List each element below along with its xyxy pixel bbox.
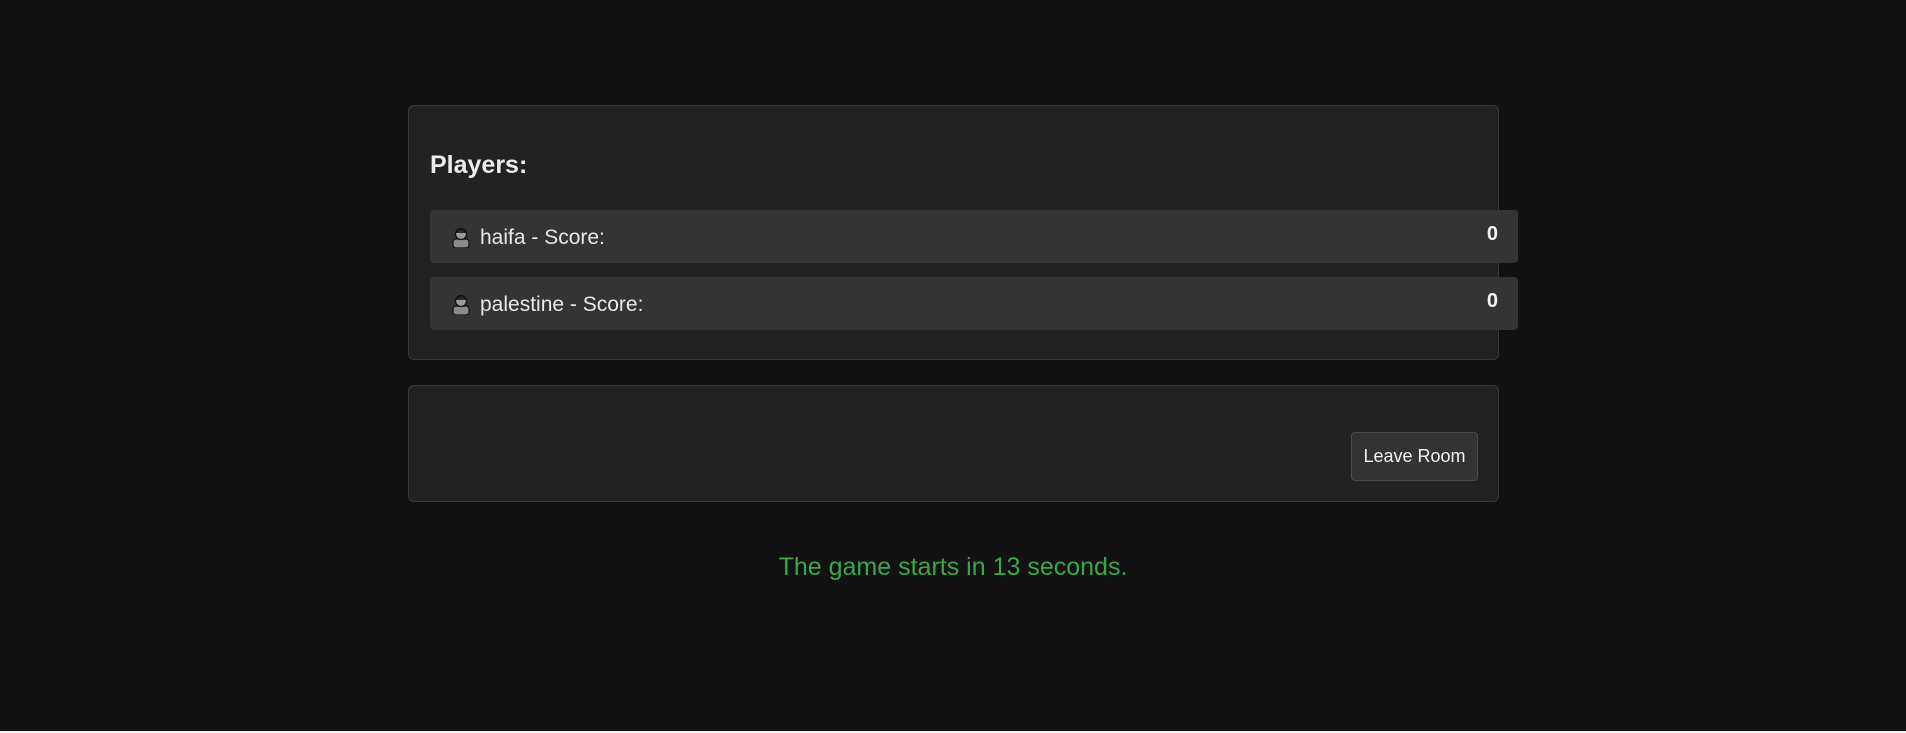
player-name-label: haifa - Score:	[480, 226, 605, 249]
players-heading: Players:	[430, 151, 528, 179]
player-list: haifa - Score: 0 palestine - Score: 0	[430, 210, 1518, 344]
user-avatar-icon	[451, 293, 471, 316]
player-score: 0	[1486, 290, 1498, 312]
player-row: palestine - Score: 0	[430, 277, 1518, 330]
countdown-status: The game starts in 13 seconds.	[778, 553, 1128, 581]
player-name-label: palestine - Score:	[480, 293, 644, 316]
player-row: haifa - Score: 0	[430, 210, 1518, 263]
actions-panel: Leave Room	[408, 385, 1499, 502]
leave-room-button[interactable]: Leave Room	[1351, 432, 1478, 481]
player-score: 0	[1486, 223, 1498, 245]
user-avatar-icon	[451, 226, 471, 249]
players-panel: Players: haifa - Score: 0 palestine - Sc…	[408, 105, 1518, 360]
